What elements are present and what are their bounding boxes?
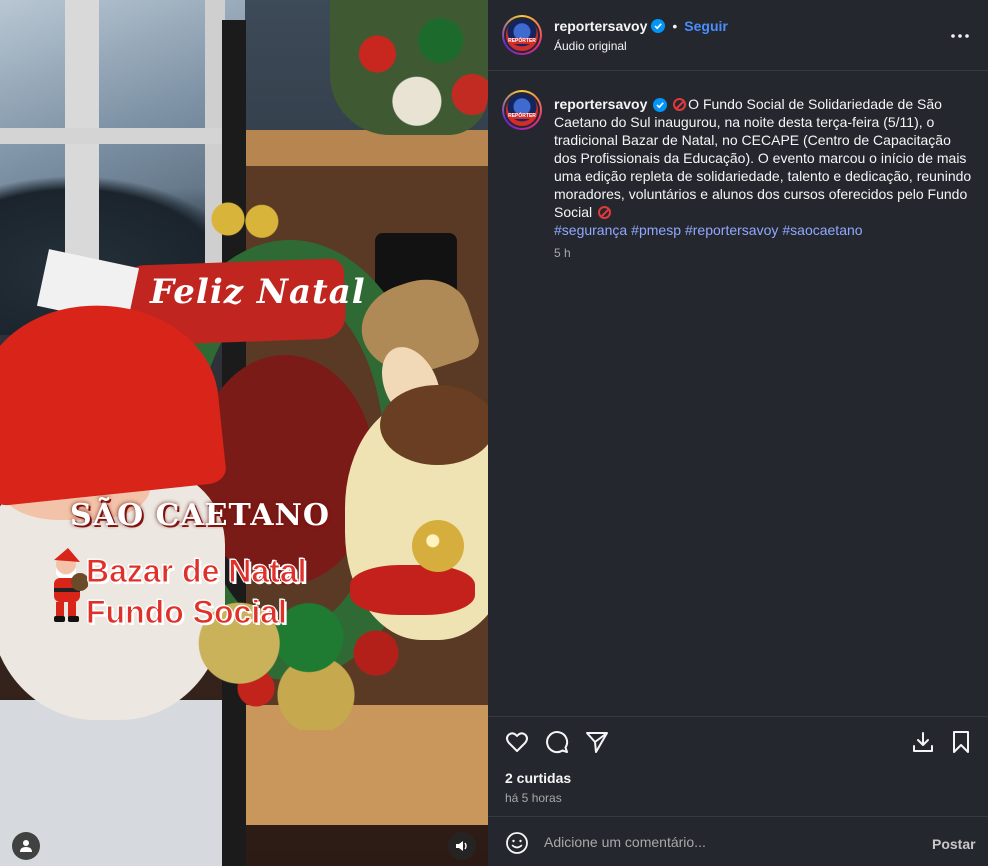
hashtag-link[interactable]: #segurança bbox=[554, 222, 627, 238]
hashtag-link[interactable]: #saocaetano bbox=[782, 222, 862, 238]
window-frame bbox=[0, 128, 245, 144]
separator-dot: • bbox=[672, 18, 678, 34]
comment-bar: Postar bbox=[488, 816, 988, 866]
paper-plane-icon bbox=[586, 732, 608, 753]
verified-badge-icon bbox=[653, 98, 668, 113]
comment-icon bbox=[546, 731, 569, 754]
caption-timestamp: 5 h bbox=[554, 246, 571, 260]
more-dots-icon bbox=[951, 34, 969, 38]
reindeer-nose-bell bbox=[412, 520, 464, 572]
hashtag-link[interactable]: #reportersavoy bbox=[685, 222, 778, 238]
post-media[interactable]: Feliz Natal SÃO CAETANO Bazar de Natal F… bbox=[0, 0, 488, 866]
save-button[interactable] bbox=[948, 729, 974, 755]
reindeer-hair bbox=[380, 385, 488, 465]
prohibited-emoji-icon bbox=[673, 98, 687, 111]
download-button[interactable] bbox=[910, 729, 936, 755]
wooden-shelf bbox=[240, 130, 488, 166]
caption-text: O Fundo Social de Solidariedade de São C… bbox=[554, 96, 972, 220]
follow-button[interactable]: Seguir bbox=[684, 18, 728, 34]
comment-button[interactable] bbox=[544, 729, 570, 755]
comment-input[interactable] bbox=[544, 830, 904, 854]
bookmark-icon bbox=[953, 731, 969, 753]
santa-sticker-icon bbox=[54, 548, 88, 622]
more-options-button[interactable] bbox=[948, 24, 972, 48]
person-icon bbox=[20, 840, 32, 852]
header-user-row: reportersavoy • Seguir bbox=[554, 18, 728, 34]
overlay-city-text: SÃO CAETANO bbox=[70, 498, 331, 533]
caption-avatar[interactable]: REPÓRTER bbox=[502, 90, 542, 130]
post-header: REPÓRTER reportersavoy • Seguir Áudio or… bbox=[488, 0, 988, 71]
username-link[interactable]: reportersavoy bbox=[554, 18, 647, 34]
original-audio-link[interactable]: Áudio original bbox=[554, 39, 627, 53]
emoji-picker-button[interactable] bbox=[504, 830, 530, 856]
caption-username[interactable]: reportersavoy bbox=[554, 96, 647, 112]
overlay-title-line: Fundo Social bbox=[86, 594, 288, 631]
smiley-icon bbox=[506, 832, 528, 854]
avatar[interactable]: REPÓRTER bbox=[502, 15, 542, 55]
audio-toggle-button[interactable] bbox=[448, 832, 476, 860]
tagged-users-button[interactable] bbox=[12, 832, 40, 860]
post-timestamp: há 5 horas bbox=[505, 791, 562, 805]
post-caption: reportersavoy O Fundo Social de Solidari… bbox=[554, 95, 972, 221]
verified-badge-icon bbox=[651, 19, 666, 33]
prohibited-emoji-icon bbox=[598, 206, 612, 219]
download-icon bbox=[913, 732, 933, 752]
heart-icon bbox=[506, 732, 528, 752]
golden-bells bbox=[210, 196, 282, 242]
likes-count[interactable]: 2 curtidas bbox=[505, 770, 571, 786]
post-actions-bar bbox=[488, 716, 988, 766]
post-comment-button[interactable]: Postar bbox=[932, 836, 976, 852]
post-side-panel: REPÓRTER reportersavoy • Seguir Áudio or… bbox=[488, 0, 988, 866]
overlay-title-line: Bazar de Natal bbox=[86, 553, 308, 590]
speaker-icon bbox=[456, 841, 467, 851]
hashtag-list: #segurança #pmesp #reportersavoy #saocaetan… bbox=[554, 221, 867, 239]
hashtag-link[interactable]: #pmesp bbox=[631, 222, 681, 238]
share-button[interactable] bbox=[584, 729, 610, 755]
banner-text: Feliz Natal bbox=[150, 272, 366, 312]
ornament-tree bbox=[330, 0, 488, 135]
like-button[interactable] bbox=[504, 729, 530, 755]
